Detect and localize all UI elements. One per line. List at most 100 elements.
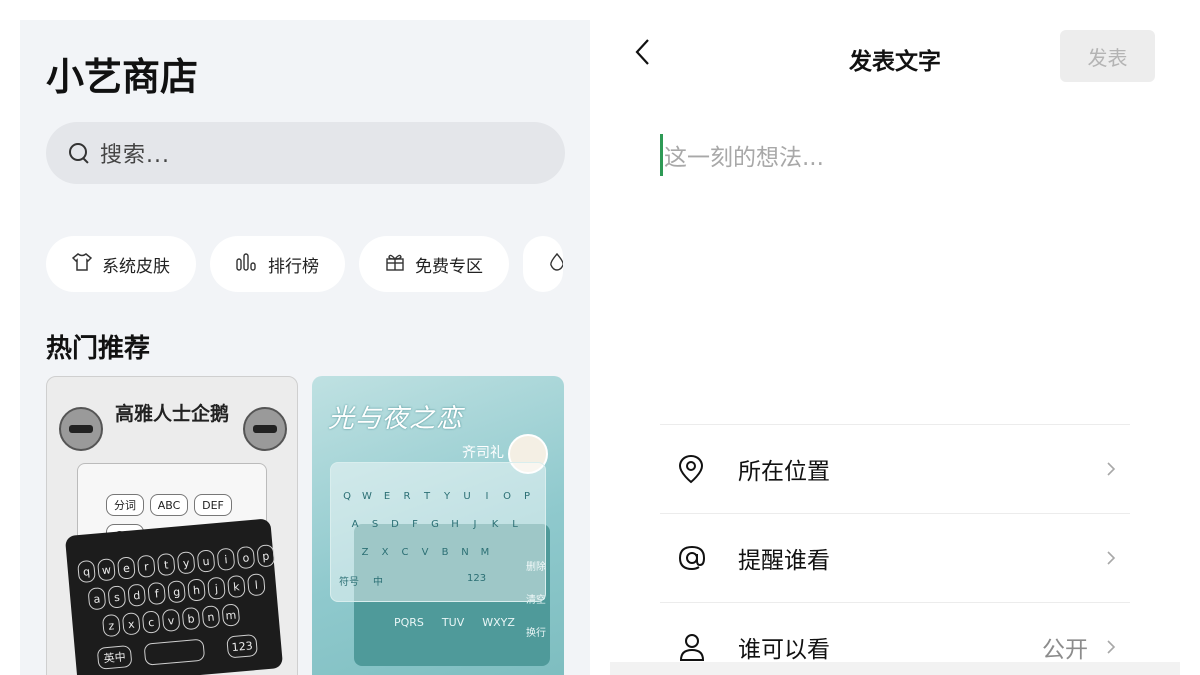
key: x [121,612,141,636]
key: u [196,549,216,573]
chip-label: 排行榜 [268,256,319,277]
key: L [512,518,518,530]
key: k [226,574,246,599]
key: P [523,490,531,502]
option-label: 谁可以看 [738,637,830,663]
bar-chart-icon [236,252,258,276]
compose-textarea[interactable]: 这一刻的想法... [664,138,824,172]
key: i [216,547,236,572]
key: a [87,587,107,611]
option-label: 提醒谁看 [738,548,830,574]
key: N [461,546,469,558]
chip-label: 免费专区 [415,256,483,277]
theme-card-penguin[interactable]: 高雅人士企鹅 分词 ABC DEF GHI qwertyuiop asdfghj… [46,376,298,675]
person-icon [678,632,718,662]
key: y [176,551,196,575]
key: w [97,558,116,582]
key: PQRS [394,616,424,629]
key: b [181,606,201,631]
key: g [167,580,187,604]
chip-system-skins[interactable]: 系统皮肤 [46,236,196,292]
key: R [403,490,411,502]
key: z [101,613,121,638]
space-key [143,638,206,666]
option-location[interactable]: 所在位置 [660,424,1130,513]
key: V [421,546,429,558]
key: e [116,556,136,580]
key: l [246,573,266,597]
key: h [187,578,206,602]
key: I [485,490,489,502]
key: q [77,559,96,584]
key: J [473,518,477,530]
theme-logo: 光与夜之恋 [328,404,464,434]
key: S [371,518,379,530]
key: m [221,603,241,627]
key: 分词 [106,494,144,516]
key: T [423,490,431,502]
character-name: 齐司礼 [462,445,504,461]
chevron-right-icon [1106,633,1116,661]
post-options: 所在位置 提醒谁看 谁可以看 公开 [660,424,1130,675]
key: 英中 [96,644,133,670]
store-title: 小艺商店 [46,55,199,99]
key: Q [343,490,351,502]
key: H [451,518,459,530]
at-icon [678,544,718,572]
penguin-icon [243,407,287,451]
key: 123 [467,573,487,584]
bottom-bar [610,662,1180,675]
key: B [441,546,449,558]
chip-more[interactable] [523,236,563,292]
key: X [381,546,389,558]
search-input[interactable]: 搜索... [100,137,170,169]
key: C [401,546,409,558]
key: t [156,552,176,577]
chip-label: 系统皮肤 [102,256,170,277]
key: ABC [150,494,188,516]
search-bar[interactable]: 搜索... [46,122,565,184]
key: DEF [194,494,232,516]
key: U [463,490,471,502]
text-cursor [660,134,663,176]
option-mention[interactable]: 提醒谁看 [660,513,1130,602]
key: G [431,518,439,530]
search-icon [68,142,90,164]
key: D [391,518,399,530]
key: s [107,585,127,609]
key: W [362,490,372,502]
key: O [503,490,511,502]
key: j [207,576,226,600]
key: M [480,546,490,558]
key: Z [361,546,369,558]
shirt-icon [71,252,93,276]
chip-ranking[interactable]: 排行榜 [210,236,345,292]
key: f [147,581,167,606]
chevron-right-icon [1106,455,1116,483]
key: n [201,605,221,629]
section-title: 热门推荐 [46,334,151,364]
key: A [351,518,359,530]
key: F [412,518,418,530]
store-panel: 小艺商店 搜索... 系统皮肤 排行榜 免费专区 热门推荐 高雅人士企鹅 分词 … [20,20,590,675]
key: TUV [441,616,465,629]
key: WXYZ [482,616,515,629]
publish-button[interactable]: 发表 [1060,30,1155,82]
key: r [136,554,156,578]
keyboard-preview-dark: qwertyuiop asdfghjkl zxcvbnm 英中 123 [64,518,284,675]
key: 123 [226,633,259,659]
theme-card-light-and-night[interactable]: 光与夜之恋 齐司礼 PQRS TUV WXYZ 删除 清空 换行 QWERTYU… [312,376,564,675]
keyboard-preview-qwerty: QWERTYU I OP ASD F GH J K L ZXCVBNM 符号 中 123 [330,462,546,602]
key: o [236,545,256,570]
chip-free-zone[interactable]: 免费专区 [359,236,509,292]
key: K [491,518,499,530]
key: E [383,490,391,502]
post-panel: 发表文字 发表 这一刻的想法... 所在位置 提醒谁看 谁可以看 公开 [610,20,1180,675]
category-chips: 系统皮肤 排行榜 免费专区 [46,236,563,292]
key: d [127,583,147,607]
key: 符号 [339,577,359,588]
chevron-right-icon [1106,544,1116,572]
key: p [256,544,276,568]
key: 中 [373,577,383,588]
gift-icon [385,252,405,277]
